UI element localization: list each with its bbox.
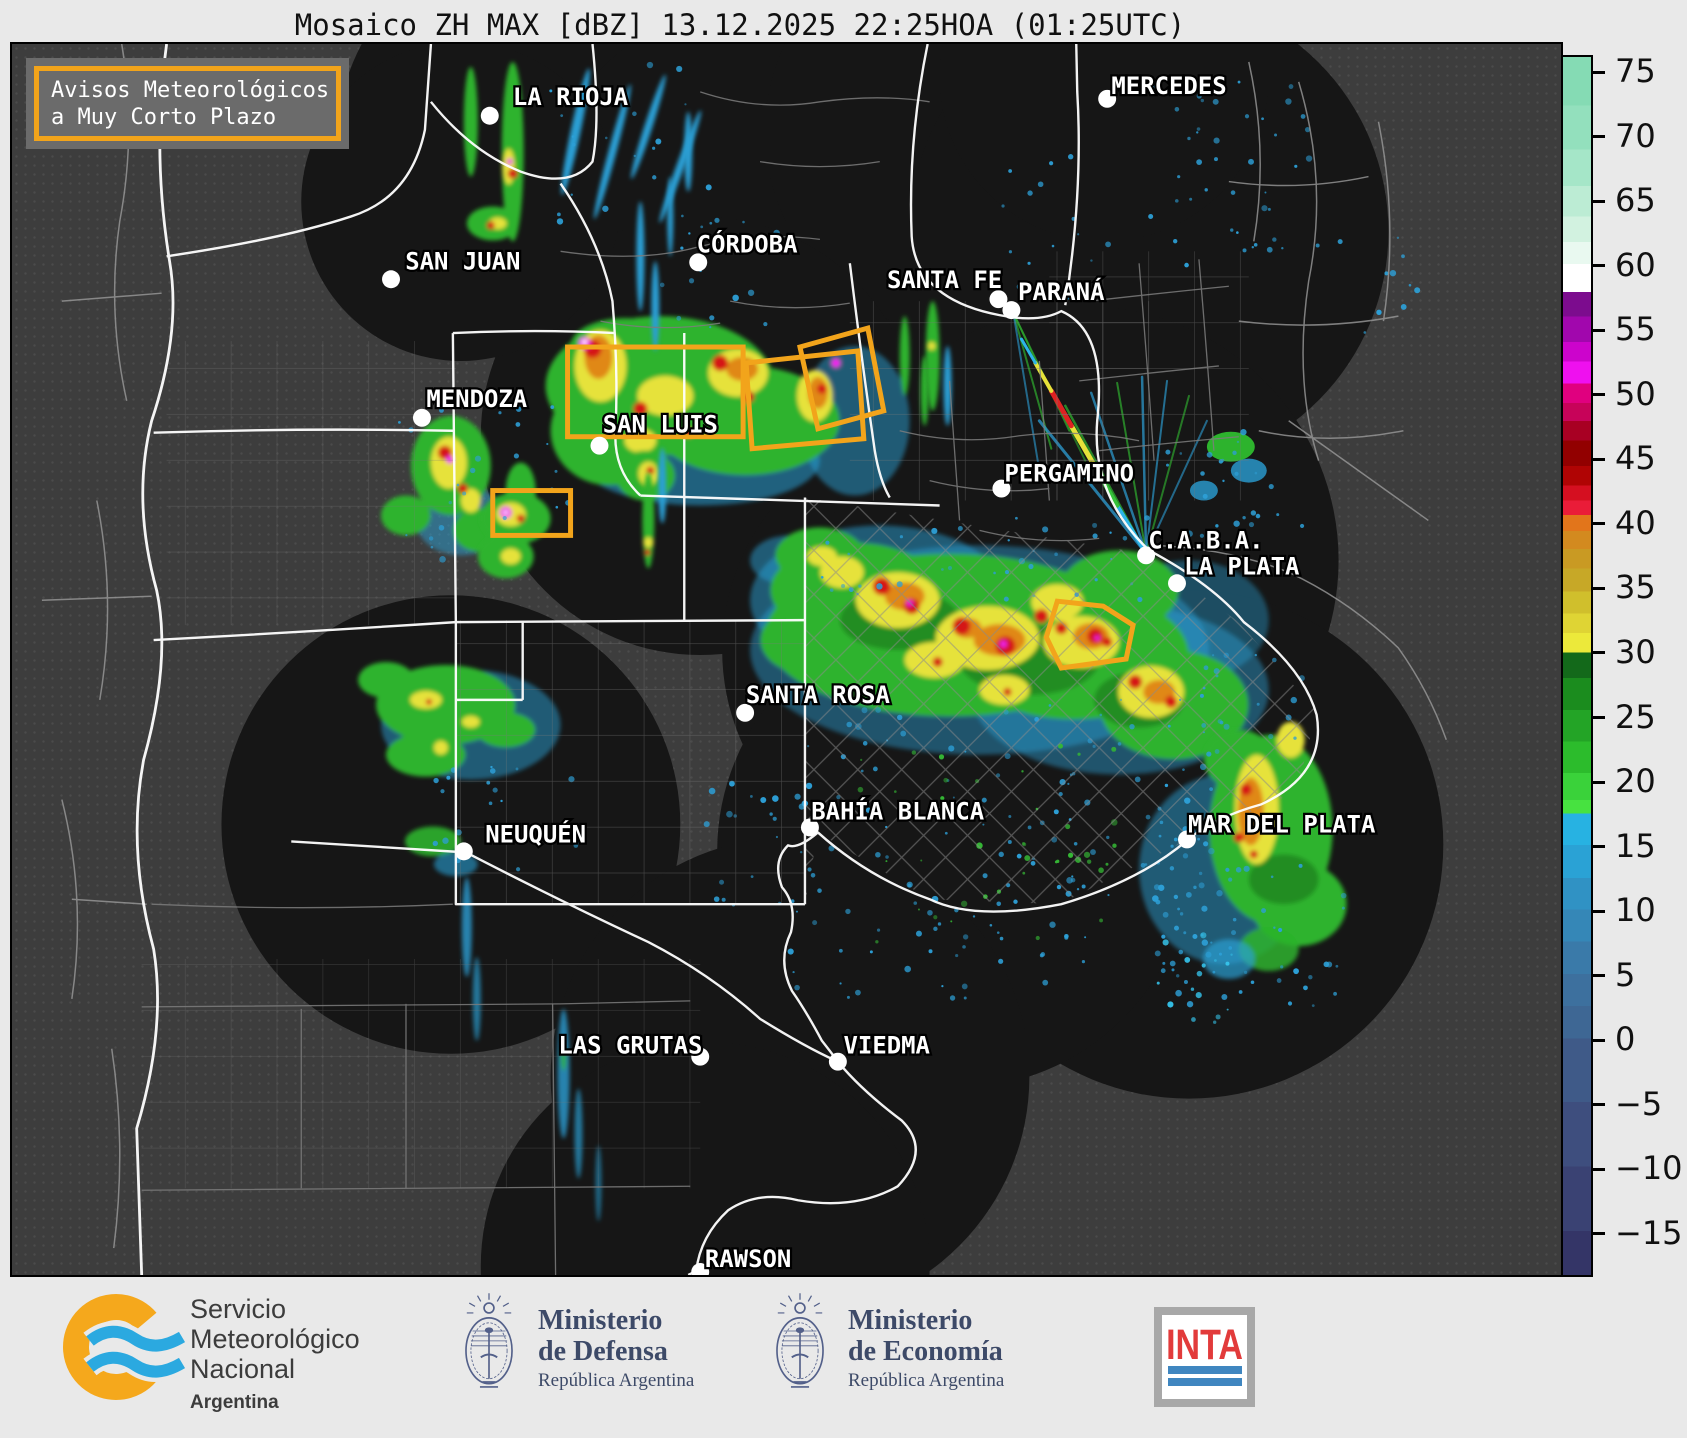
colorbar-tick-mark (1591, 70, 1605, 74)
colorbar-tick-label: 10 (1615, 891, 1656, 930)
colorbar-tick-label: 25 (1615, 697, 1656, 736)
city-label: PARANÁ (1018, 277, 1105, 306)
city-label: LA PLATA (1184, 552, 1300, 580)
economia-wordmark: Ministerio de Economía República Argenti… (848, 1305, 1004, 1392)
defensa-wordmark: Ministerio de Defensa República Argentin… (538, 1305, 694, 1392)
colorbar-tick-mark (1591, 845, 1605, 849)
city-dot (454, 842, 473, 861)
city-label: SAN JUAN (405, 247, 520, 275)
city-marker-rawson: RAWSON (691, 1243, 794, 1275)
footer: Servicio Meteorológico Nacional Argentin… (0, 1277, 1687, 1438)
city-label: NEUQUÉN (485, 819, 586, 848)
city-label: SANTA FE (887, 266, 1002, 294)
city-label: PERGAMINO (1004, 460, 1134, 488)
colorbar-tick-label: 75 (1615, 52, 1656, 90)
radar-map-canvas: LA RIOJA MERCEDES SAN JUAN CÓRDOBA SANTA FE P… (41, 44, 1448, 1275)
colorbar-tick-mark (1591, 135, 1605, 139)
colorbar-tick-label: 20 (1615, 762, 1656, 801)
city-label: VIEDMA (844, 1032, 931, 1060)
radar-mosaic-screen: Mosaico ZH MAX [dBZ] 13.12.2025 22:25HOA… (0, 0, 1687, 1438)
city-label: BAHÍA BLANCA (811, 796, 984, 825)
colorbar-tick-mark (1591, 1103, 1605, 1107)
smn-line2: Meteorológico (190, 1324, 360, 1354)
economia-line3: República Argentina (848, 1370, 1005, 1391)
colorbar-tick-label: 30 (1615, 632, 1656, 671)
colorbar-tick-mark (1591, 264, 1605, 268)
economia-line2: de Economía (848, 1336, 1003, 1367)
colorbar-tick-mark (1591, 716, 1605, 719)
colorbar-tick-mark (1591, 974, 1605, 978)
colorbar-tick-label: −10 (1615, 1149, 1683, 1188)
smn-wordmark: Servicio Meteorológico Nacional Argentin… (190, 1294, 360, 1418)
colorbar-tick-mark (1591, 199, 1605, 203)
radar-map: LA RIOJA MERCEDES SAN JUAN CÓRDOBA SANTA FE P… (10, 42, 1563, 1277)
colorbar-tick-mark (1591, 1167, 1605, 1171)
dbz-colorbar (1561, 55, 1593, 1277)
colorbar-tick-label: 35 (1615, 568, 1656, 607)
colorbar-tick-label: 15 (1615, 826, 1656, 865)
city-dot (382, 270, 400, 289)
warning-legend-line2: a Muy Corto Plazo (51, 104, 277, 130)
colorbar-tick-mark (1591, 586, 1605, 590)
economia-coat-of-arms-icon (763, 1289, 837, 1401)
colorbar-tick-label: 70 (1615, 116, 1656, 155)
economia-line1: Ministerio (848, 1305, 973, 1336)
colorbar-tick-label: 50 (1615, 374, 1656, 413)
warning-legend-border: Avisos Meteorológicos a Muy Corto Plazo (34, 66, 341, 141)
colorbar-tick-mark (1591, 522, 1605, 526)
colorbar-tick-mark (1591, 393, 1605, 397)
city-dot (590, 436, 609, 455)
colorbar-tick-label: 45 (1615, 439, 1656, 478)
colorbar-tick-mark (1591, 780, 1605, 784)
colorbar-tick-mark (1591, 1038, 1605, 1042)
inta-wordmark: INTA (1166, 1321, 1243, 1369)
warning-legend-line1: Avisos Meteorológicos (51, 77, 330, 103)
colorbar-tick-label: 0 (1615, 1020, 1636, 1059)
colorbar-tick-label: −5 (1615, 1084, 1663, 1123)
page-title: Mosaico ZH MAX [dBZ] 13.12.2025 22:25HOA… (294, 8, 1186, 42)
inta-bar-2 (1167, 1378, 1242, 1386)
colorbar-tick-label: 55 (1615, 310, 1656, 349)
colorbar-tick-label: 65 (1615, 181, 1656, 220)
city-label: SANTA ROSA (746, 681, 891, 709)
city-label: CÓRDOBA (697, 228, 798, 258)
colorbar-tick-mark (1591, 328, 1605, 332)
defensa-line1: Ministerio (538, 1305, 663, 1336)
defensa-coat-of-arms-icon (452, 1289, 526, 1401)
colorbar-tick-mark (1591, 1232, 1605, 1236)
smn-line3: Nacional (190, 1354, 296, 1384)
colorbar-tick-mark (1591, 909, 1605, 913)
inta-logo: INTA (1154, 1307, 1255, 1407)
colorbar-tick-label: −15 (1615, 1213, 1683, 1252)
city-label: SAN LUIS (603, 411, 718, 439)
colorbar-tick-mark (1591, 457, 1605, 461)
city-label: MERCEDES (1111, 72, 1226, 100)
smn-line1: Servicio (190, 1294, 287, 1324)
city-label: RAWSON (705, 1245, 791, 1273)
colorbar-tick-mark (1591, 651, 1605, 655)
city-label: MENDOZA (426, 385, 527, 413)
city-label: C.A.B.A. (1148, 526, 1263, 554)
city-dot (480, 106, 499, 125)
city-label: LAS GRUTAS (558, 1032, 702, 1060)
colorbar-tick-label: 60 (1615, 245, 1656, 284)
warning-legend-box: Avisos Meteorológicos a Muy Corto Plazo (26, 58, 349, 149)
defensa-line2: de Defensa (538, 1336, 668, 1367)
dbz-colorbar-ticks: 75 70 65 60 55 50 45 40 35 30 25 20 15 10 5 0 −5 −10 −15 (1591, 52, 1687, 1277)
smn-logo-icon (63, 1294, 188, 1400)
colorbar-tick-label: 5 (1615, 955, 1636, 994)
city-label: MAR DEL PLATA (1188, 810, 1376, 838)
defensa-line3: República Argentina (538, 1370, 695, 1391)
city-label: LA RIOJA (513, 83, 629, 111)
colorbar-tick-label: 40 (1615, 503, 1656, 542)
smn-line4: Argentina (190, 1392, 279, 1413)
